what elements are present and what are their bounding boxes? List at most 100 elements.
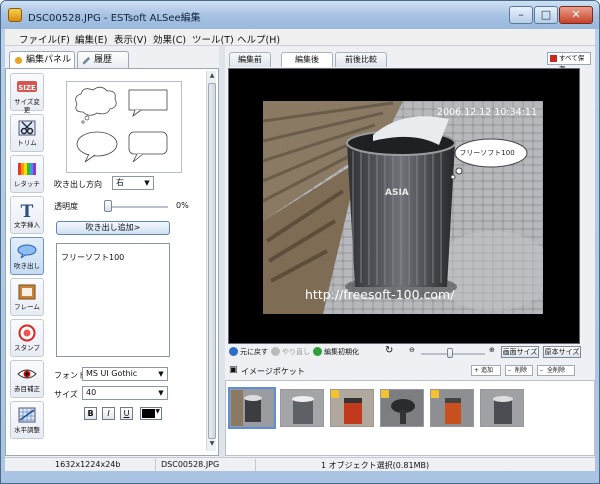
italic-button[interactable]: I — [102, 407, 115, 420]
balloon-text-input[interactable]: フリーソフト100 — [56, 243, 170, 357]
menu-help[interactable]: ヘルプ(H) — [237, 32, 280, 46]
zoom-slider-thumb[interactable] — [447, 348, 453, 358]
menu-edit[interactable]: 編集(E) — [75, 32, 107, 46]
size-select[interactable]: 40 ▼ — [82, 386, 168, 400]
tool-redeye-label: 赤目補正 — [14, 385, 40, 393]
thumbnail[interactable] — [228, 387, 276, 429]
eye-icon — [17, 369, 37, 379]
thumbnail[interactable] — [430, 389, 474, 427]
size-label: サイズ — [54, 390, 78, 399]
pocket-delete-all-button[interactable]: – 全削除 — [537, 365, 575, 376]
font-select[interactable]: MS UI Gothic ▼ — [82, 367, 168, 381]
text-color-picker[interactable]: ▼ — [140, 407, 162, 420]
zoom-in-icon[interactable]: ⊕ — [489, 346, 495, 354]
menu-bar: ファイル(F) 編集(E) 表示(V) 効果(C) ツール(T) ヘルプ(H) — [5, 29, 595, 46]
undo-button[interactable]: 元に戻す — [229, 347, 268, 357]
color-bars-icon — [18, 163, 36, 175]
redo-icon — [271, 347, 280, 356]
menu-file[interactable]: ファイル(F) — [19, 32, 70, 46]
tool-text[interactable]: T 文字挿入 — [10, 196, 44, 234]
speech-balloon-icon — [17, 244, 37, 259]
thumbnail-image — [231, 390, 273, 426]
pocket-delete-button[interactable]: – 削除 — [505, 365, 533, 376]
image-pocket — [225, 380, 595, 456]
zoom-out-icon[interactable]: ⊖ — [409, 346, 415, 354]
menu-effects[interactable]: 効果(C) — [153, 32, 186, 46]
scrollbar-thumb[interactable] — [208, 83, 216, 439]
menu-view[interactable]: 表示(V) — [114, 32, 147, 46]
balloon-options: 吹き出し方向 右 ▼ 透明度 0% 吹き出し追加> フリーソフト100 フォント… — [48, 71, 216, 453]
chevron-down-icon: ▼ — [158, 370, 164, 378]
thumbnail-image — [481, 390, 523, 426]
thumbnail[interactable] — [280, 389, 324, 427]
svg-text:ASIA: ASIA — [385, 188, 409, 198]
maximize-button[interactable]: □ — [534, 6, 558, 24]
save-all-button[interactable]: すべて保存 — [547, 52, 591, 73]
opacity-value: 0% — [176, 201, 189, 210]
app-window: DSC00528.JPG - ESTsoft ALSee編集 – □ ✕ ファイ… — [0, 0, 600, 484]
tool-stamp-label: スタンプ — [14, 344, 40, 352]
reset-label: 編集初期化 — [324, 348, 359, 356]
thumbnail[interactable] — [330, 389, 374, 427]
brush-icon — [14, 56, 23, 65]
tool-retouch[interactable]: レタッチ — [10, 155, 44, 193]
opacity-slider-track[interactable] — [104, 206, 168, 208]
viewer-toolbar: 元に戻す やり直し 編集初期化 ↻ ⊖ ⊕ 画面サイズ 原本サイズ — [225, 345, 595, 361]
tab-edit-panel[interactable]: 編集パネル — [9, 51, 75, 69]
tool-balloon-label: 吹き出し — [14, 262, 40, 270]
direction-select[interactable]: 右 ▼ — [112, 176, 154, 190]
tab-before[interactable]: 編集前 — [229, 52, 271, 67]
minimize-button[interactable]: – — [509, 6, 533, 24]
image-viewer[interactable]: ASIA 2006.12.12 10:34:11 フリーソフト100 http:… — [228, 68, 580, 344]
menu-tools[interactable]: ツール(T) — [192, 32, 234, 46]
scroll-up-icon[interactable]: ▲ — [207, 72, 217, 82]
thumbnail-image — [331, 390, 373, 426]
pocket-delete-all-label: 全削除 — [547, 367, 566, 374]
opacity-slider-thumb[interactable] — [104, 200, 112, 212]
tool-stamp[interactable]: スタンプ — [10, 319, 44, 357]
fit-screen-button[interactable]: 画面サイズ — [501, 346, 539, 358]
status-divider — [255, 459, 256, 471]
tab-compare[interactable]: 前後比較 — [335, 52, 387, 67]
chevron-down-icon: ▼ — [144, 179, 150, 187]
photo: ASIA 2006.12.12 10:34:11 フリーソフト100 http:… — [263, 101, 543, 314]
bold-button[interactable]: B — [84, 407, 97, 420]
thumbnail[interactable] — [380, 389, 424, 427]
stamp-icon — [18, 324, 36, 342]
tab-after[interactable]: 編集後 — [281, 52, 333, 67]
tool-resize[interactable]: SIZE サイズ変更 — [10, 73, 44, 114]
redo-button[interactable]: やり直し — [271, 347, 310, 357]
underline-button[interactable]: U — [120, 407, 133, 420]
tool-trim[interactable]: トリム — [10, 114, 44, 152]
tool-level[interactable]: 水平調整 — [10, 401, 44, 439]
image-pocket-header: ▣ イメージポケット + 追加 – 削除 – 全削除 — [225, 364, 595, 378]
panel-scrollbar[interactable]: ▲ ▼ — [206, 71, 216, 451]
pocket-title: イメージポケット — [241, 367, 305, 376]
tool-frame[interactable]: フレーム — [10, 278, 44, 316]
scissors-icon — [18, 120, 36, 136]
zoom-slider-track[interactable] — [421, 353, 485, 355]
rotate-icon[interactable]: ↻ — [385, 345, 393, 356]
font-value: MS UI Gothic — [86, 369, 138, 378]
minus-icon: – — [508, 367, 511, 374]
tab-history[interactable]: 履歴 — [77, 51, 129, 69]
thumbnail-image — [281, 390, 323, 426]
color-swatch — [142, 409, 155, 418]
trash-can-photo: ASIA — [263, 101, 543, 314]
tool-balloon[interactable]: 吹き出し — [10, 237, 44, 275]
original-size-button[interactable]: 原本サイズ — [543, 346, 581, 358]
scroll-down-icon[interactable]: ▼ — [207, 440, 217, 450]
status-divider — [155, 459, 156, 471]
close-button[interactable]: ✕ — [559, 6, 593, 24]
chevron-down-icon: ▼ — [158, 389, 164, 397]
size-value: 40 — [86, 388, 97, 397]
balloon-overlay-text[interactable]: フリーソフト100 — [455, 143, 519, 163]
thumbnail[interactable] — [480, 389, 524, 427]
tool-redeye[interactable]: 赤目補正 — [10, 360, 44, 398]
balloon-shape-gallery[interactable] — [66, 81, 182, 173]
undo-icon — [229, 347, 238, 356]
size-icon: SIZE — [17, 81, 37, 92]
pocket-add-button[interactable]: + 追加 — [471, 365, 501, 376]
reset-edits-button[interactable]: 編集初期化 — [313, 347, 359, 357]
add-balloon-button[interactable]: 吹き出し追加> — [56, 221, 170, 235]
